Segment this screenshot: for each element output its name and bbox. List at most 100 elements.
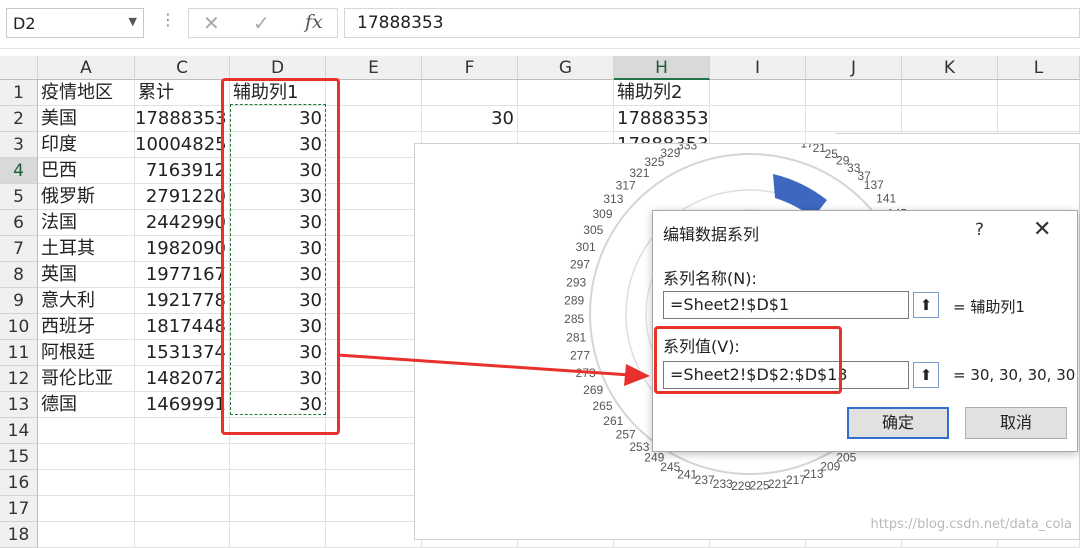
cell-a[interactable]: 德国 bbox=[38, 392, 135, 418]
cell-c[interactable]: 17888353 bbox=[135, 106, 230, 132]
cell-j[interactable] bbox=[806, 106, 902, 132]
cell-i[interactable] bbox=[710, 80, 806, 106]
cell-c[interactable]: 2791220 bbox=[135, 184, 230, 210]
cell-c[interactable]: 1482072 bbox=[135, 366, 230, 392]
row-header[interactable]: 17 bbox=[0, 496, 38, 522]
cell-a[interactable] bbox=[38, 418, 135, 444]
cell-a[interactable]: 土耳其 bbox=[38, 236, 135, 262]
cell-c[interactable]: 1817448 bbox=[135, 314, 230, 340]
column-header-k[interactable]: K bbox=[902, 56, 998, 80]
column-header-h[interactable]: H bbox=[614, 56, 710, 80]
enter-icon[interactable]: ✓ bbox=[253, 11, 270, 35]
cell-c[interactable]: 10004825 bbox=[135, 132, 230, 158]
cell-e[interactable] bbox=[326, 470, 422, 496]
cell-e[interactable] bbox=[326, 236, 422, 262]
cell-i[interactable] bbox=[710, 106, 806, 132]
cell-d[interactable] bbox=[230, 470, 326, 496]
cell-a[interactable] bbox=[38, 470, 135, 496]
row-header[interactable]: 14 bbox=[0, 418, 38, 444]
cell-e[interactable] bbox=[326, 392, 422, 418]
cell-c[interactable] bbox=[135, 418, 230, 444]
cell-f[interactable] bbox=[422, 80, 518, 106]
row-header[interactable]: 3 bbox=[0, 132, 38, 158]
cell-a[interactable] bbox=[38, 496, 135, 522]
cell-c[interactable]: 1977167 bbox=[135, 262, 230, 288]
column-header-l[interactable]: L bbox=[998, 56, 1080, 80]
cell-c[interactable]: 1531374 bbox=[135, 340, 230, 366]
row-header[interactable]: 15 bbox=[0, 444, 38, 470]
row-header[interactable]: 10 bbox=[0, 314, 38, 340]
collapse-dialog-icon[interactable]: ⬆ bbox=[913, 292, 939, 318]
cancel-icon[interactable]: ✕ bbox=[203, 11, 220, 35]
column-header-e[interactable]: E bbox=[326, 56, 422, 80]
row-header[interactable]: 4 bbox=[0, 158, 38, 184]
close-icon[interactable]: ✕ bbox=[1033, 217, 1051, 242]
chevron-down-icon[interactable]: ▼ bbox=[129, 15, 137, 28]
cell-e[interactable] bbox=[326, 444, 422, 470]
cell-a[interactable]: 意大利 bbox=[38, 288, 135, 314]
cell-c[interactable] bbox=[135, 522, 230, 548]
cell-a[interactable]: 俄罗斯 bbox=[38, 184, 135, 210]
row-header[interactable]: 18 bbox=[0, 522, 38, 548]
cell-a[interactable]: 英国 bbox=[38, 262, 135, 288]
cell-a[interactable]: 西班牙 bbox=[38, 314, 135, 340]
series-name-input[interactable]: =Sheet2!$D$1 bbox=[663, 291, 909, 319]
cell-a[interactable]: 哥伦比亚 bbox=[38, 366, 135, 392]
cell-c[interactable] bbox=[135, 496, 230, 522]
column-header-j[interactable]: J bbox=[806, 56, 902, 80]
row-header[interactable]: 9 bbox=[0, 288, 38, 314]
cell-d[interactable] bbox=[230, 496, 326, 522]
cell-a[interactable]: 法国 bbox=[38, 210, 135, 236]
column-header-d[interactable]: D bbox=[230, 56, 326, 80]
cell-l[interactable] bbox=[998, 106, 1080, 132]
cell-e[interactable] bbox=[326, 418, 422, 444]
row-header[interactable]: 7 bbox=[0, 236, 38, 262]
row-header[interactable]: 5 bbox=[0, 184, 38, 210]
row-header[interactable]: 8 bbox=[0, 262, 38, 288]
cell-e[interactable] bbox=[326, 496, 422, 522]
column-header-f[interactable]: F bbox=[422, 56, 518, 80]
cell-e[interactable] bbox=[326, 522, 422, 548]
cell-g[interactable] bbox=[518, 106, 614, 132]
cell-a[interactable]: 印度 bbox=[38, 132, 135, 158]
ok-button[interactable]: 确定 bbox=[847, 407, 949, 439]
column-header-c[interactable]: C bbox=[135, 56, 230, 80]
cell-e[interactable] bbox=[326, 184, 422, 210]
row-header[interactable]: 11 bbox=[0, 340, 38, 366]
cell-e[interactable] bbox=[326, 262, 422, 288]
cell-c[interactable]: 7163912 bbox=[135, 158, 230, 184]
cell-e[interactable] bbox=[326, 132, 422, 158]
name-box[interactable]: D2 ▼ bbox=[6, 8, 144, 38]
cancel-button[interactable]: 取消 bbox=[965, 407, 1067, 439]
cell-j[interactable] bbox=[806, 80, 902, 106]
cell-c[interactable]: 1921778 bbox=[135, 288, 230, 314]
cell-e[interactable] bbox=[326, 80, 422, 106]
cell-a[interactable] bbox=[38, 444, 135, 470]
cell-l[interactable] bbox=[998, 80, 1080, 106]
cell-c[interactable] bbox=[135, 444, 230, 470]
cell-d[interactable] bbox=[230, 444, 326, 470]
cell-c[interactable]: 1982090 bbox=[135, 236, 230, 262]
more-options-icon[interactable]: ⋮ bbox=[160, 10, 176, 29]
cell-c[interactable]: 1469991 bbox=[135, 392, 230, 418]
cell-f[interactable]: 30 bbox=[422, 106, 518, 132]
insert-function-icon[interactable]: fx bbox=[305, 11, 323, 33]
row-header[interactable]: 16 bbox=[0, 470, 38, 496]
row-header[interactable]: 13 bbox=[0, 392, 38, 418]
cell-a[interactable]: 阿根廷 bbox=[38, 340, 135, 366]
cell-g[interactable] bbox=[518, 80, 614, 106]
row-header[interactable]: 12 bbox=[0, 366, 38, 392]
collapse-dialog-icon[interactable]: ⬆ bbox=[913, 362, 939, 388]
cell-e[interactable] bbox=[326, 314, 422, 340]
cell-k[interactable] bbox=[902, 80, 998, 106]
column-header-g[interactable]: G bbox=[518, 56, 614, 80]
cell-e[interactable] bbox=[326, 210, 422, 236]
row-header[interactable]: 1 bbox=[0, 80, 38, 106]
formula-input[interactable]: 17888353 bbox=[344, 8, 1080, 38]
cell-e[interactable] bbox=[326, 158, 422, 184]
cell-a[interactable]: 巴西 bbox=[38, 158, 135, 184]
cell-a[interactable] bbox=[38, 522, 135, 548]
row-header[interactable]: 6 bbox=[0, 210, 38, 236]
cell-a[interactable]: 疫情地区 bbox=[38, 80, 135, 106]
cell-e[interactable] bbox=[326, 288, 422, 314]
